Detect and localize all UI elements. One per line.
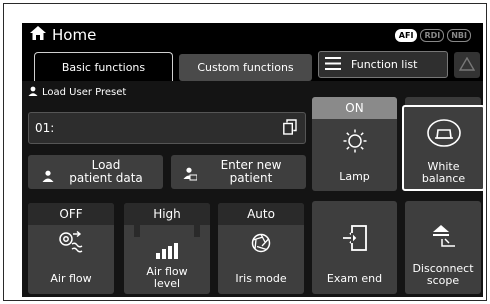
air-flow-icon — [58, 230, 84, 257]
warning-button[interactable] — [454, 52, 480, 78]
patient-new-icon — [183, 166, 198, 185]
home-title[interactable]: Home — [30, 26, 96, 44]
air-flow-state: OFF — [28, 203, 114, 225]
lamp-icon — [343, 129, 367, 157]
exit-door-icon — [342, 225, 367, 255]
tab-custom-functions[interactable]: Custom functions — [179, 54, 312, 81]
home-icon — [30, 26, 46, 44]
exam-end-label: Exam end — [326, 272, 383, 285]
page-title: Home — [52, 26, 97, 44]
patient-icon — [42, 167, 54, 186]
load-patient-data-button[interactable]: Load patient data — [28, 155, 163, 189]
nbi-badge: NBI — [447, 29, 471, 42]
enter-new-patient-button[interactable]: Enter new patient — [171, 155, 306, 189]
afi-badge: AFI — [394, 29, 418, 42]
air-flow-label: Air flow — [50, 272, 92, 285]
menu-icon — [325, 56, 341, 73]
iris-mode-state: Auto — [218, 203, 304, 225]
white-balance-icon — [426, 119, 461, 151]
white-balance-button[interactable]: White balance — [402, 105, 483, 191]
function-list-button[interactable]: Function list — [318, 51, 448, 78]
air-flow-level-state: High — [124, 203, 210, 225]
preset-value: 01: — [35, 121, 55, 135]
air-flow-button[interactable]: OFF Air flow — [28, 203, 114, 294]
lamp-label: Lamp — [339, 170, 370, 183]
title-bar: Home AFI RDI NBI — [22, 23, 483, 49]
user-icon — [28, 86, 38, 99]
exam-end-button[interactable]: Exam end — [312, 201, 397, 294]
patient-label: patient — [229, 171, 273, 185]
mode-badges: AFI RDI NBI — [394, 29, 471, 42]
level-tab-left — [134, 225, 140, 237]
user-preset-select[interactable]: 01: — [28, 112, 306, 144]
iris-mode-label: Iris mode — [235, 272, 287, 285]
patient-data-label: patient data — [69, 171, 143, 185]
level-tab-right — [194, 225, 200, 237]
eject-icon — [430, 225, 456, 251]
balance-label: balance — [421, 172, 466, 185]
scope-label: scope — [426, 274, 460, 287]
tab-basic-functions[interactable]: Basic functions — [34, 52, 173, 82]
air-flow-level-button[interactable]: High Air flow level — [124, 203, 210, 294]
copy-icon[interactable] — [283, 119, 297, 139]
warning-icon — [458, 56, 476, 75]
aperture-icon — [251, 233, 271, 257]
lamp-button[interactable]: ON Lamp — [312, 97, 397, 191]
iris-mode-button[interactable]: Auto Iris mode — [218, 203, 304, 294]
lamp-state: ON — [312, 97, 397, 119]
rdi-badge: RDI — [420, 29, 445, 42]
preset-label-text: Load User Preset — [42, 87, 127, 98]
device-frame: Home AFI RDI NBI Basic functions Custom … — [3, 3, 487, 301]
preset-label: Load User Preset — [28, 86, 126, 99]
screen: Home AFI RDI NBI Basic functions Custom … — [22, 23, 483, 297]
signal-bars-icon — [156, 243, 178, 263]
air-flow-level-label-2: level — [153, 277, 181, 290]
function-list-label: Function list — [351, 58, 418, 71]
disconnect-scope-button[interactable]: Disconnect scope — [405, 201, 481, 294]
